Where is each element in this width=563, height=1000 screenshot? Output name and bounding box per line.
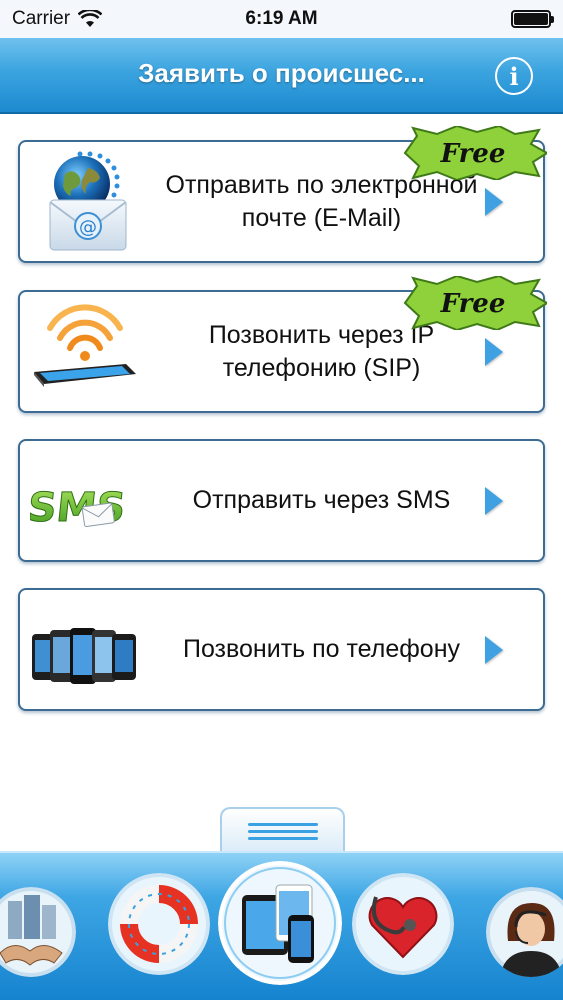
- status-bar: Carrier 6:19 AM: [0, 0, 563, 38]
- sms-icon: SMS: [30, 485, 128, 532]
- info-icon: i: [509, 61, 519, 91]
- info-button[interactable]: i: [495, 57, 533, 95]
- navigation-bar: Заявить о происшес... i: [0, 38, 563, 114]
- dock-lifebuoy-button[interactable]: [108, 873, 210, 975]
- lifebuoy-icon: [108, 873, 210, 975]
- dock-devices-button[interactable]: [218, 861, 342, 985]
- card-sms-label: Отправить через SMS: [192, 486, 451, 515]
- card-phone-label: Позвонить по телефону: [182, 635, 461, 664]
- bottom-dock: [0, 851, 563, 1000]
- free-badge: Free: [403, 126, 547, 180]
- carrier-label: Carrier: [12, 8, 71, 29]
- chevron-right-icon: [485, 187, 503, 216]
- free-badge-label: Free: [440, 139, 506, 169]
- svg-text:@: @: [79, 217, 97, 238]
- svg-text:SMS: SMS: [30, 485, 128, 531]
- email-globe-icon: @: [49, 151, 127, 251]
- card-email[interactable]: @ Отправить по электронной почте (E-Mail…: [18, 126, 547, 263]
- free-badge: Free: [403, 276, 547, 330]
- wifi-tablet-icon: [34, 304, 136, 387]
- dock-business-button[interactable]: [0, 887, 76, 977]
- devices-icon: [218, 861, 342, 985]
- page-title: Заявить о происшес...: [138, 58, 425, 88]
- dock-support-button[interactable]: [486, 887, 563, 977]
- drawer-handle[interactable]: [220, 807, 345, 851]
- chevron-right-icon: [485, 635, 503, 664]
- card-sip[interactable]: Позвонить через IP телефонию (SIP) Free: [18, 276, 547, 413]
- business-handshake-icon: [0, 887, 76, 977]
- support-operator-icon: [486, 887, 563, 977]
- card-phone[interactable]: Позвонить по телефону: [18, 588, 545, 711]
- wifi-icon: [78, 10, 103, 27]
- chevron-right-icon: [485, 337, 503, 366]
- status-left: Carrier: [12, 8, 103, 30]
- card-sms[interactable]: SMS Отправить через SMS: [18, 439, 545, 562]
- heart-stethoscope-icon: [352, 873, 454, 975]
- smartphones-icon: [32, 628, 136, 684]
- handle-lines-icon: [248, 823, 318, 844]
- dock-health-button[interactable]: [352, 873, 454, 975]
- free-badge-label: Free: [440, 289, 506, 319]
- chevron-right-icon: [485, 486, 503, 515]
- battery-icon: [511, 10, 554, 28]
